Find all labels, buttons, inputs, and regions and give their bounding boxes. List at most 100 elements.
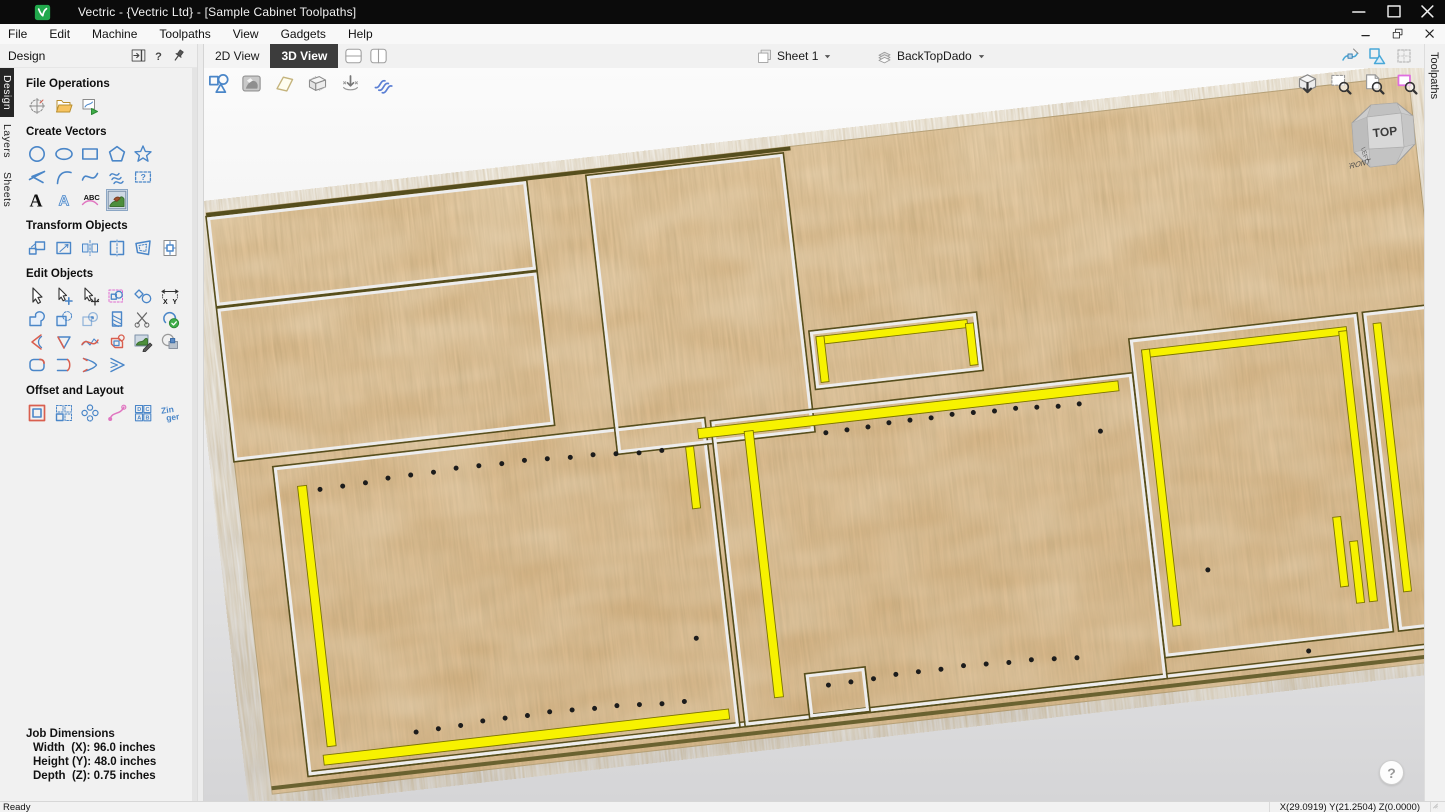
resize-grip-icon[interactable] xyxy=(1430,802,1442,812)
draw-rectangle-icon[interactable] xyxy=(79,143,101,165)
mdi-restore-button[interactable] xyxy=(1389,26,1407,42)
draw-ellipse-icon[interactable] xyxy=(53,143,75,165)
viewport-3d[interactable]: TOP FRONT LEFT ? xyxy=(204,68,1424,801)
snap-to-grid-icon[interactable] xyxy=(1394,46,1414,66)
job-depth: Depth (Z): 0.75 inches xyxy=(33,769,156,783)
trim-vectors-icon[interactable] xyxy=(132,308,154,330)
view-cube-top-label[interactable]: TOP xyxy=(1372,124,1398,140)
menu-help[interactable]: Help xyxy=(337,24,384,44)
split-vertical-button[interactable] xyxy=(369,47,388,65)
side-tab-layers[interactable]: Layers xyxy=(0,117,14,165)
minimize-button[interactable] xyxy=(1343,0,1377,24)
weld-vectors-icon[interactable] xyxy=(26,308,48,330)
offset-selected-icon[interactable] xyxy=(106,331,128,353)
node-edit-icon[interactable] xyxy=(53,285,75,307)
menu-view[interactable]: View xyxy=(222,24,270,44)
help-button[interactable]: ? xyxy=(1379,760,1404,785)
set-size-icon[interactable] xyxy=(53,237,75,259)
edit-objects-icon[interactable] xyxy=(106,285,128,307)
toolpath-drawing-icon[interactable] xyxy=(372,72,395,95)
select-objects-icon[interactable] xyxy=(26,285,48,307)
draw-text-icon[interactable]: A xyxy=(26,189,48,211)
maximize-button[interactable] xyxy=(1377,0,1411,24)
move-objects-icon[interactable] xyxy=(26,237,48,259)
panel-pin-icon[interactable] xyxy=(170,47,187,64)
align-objects-icon[interactable] xyxy=(159,237,181,259)
close-button[interactable] xyxy=(1411,0,1445,24)
draw-polyline-icon[interactable] xyxy=(26,166,48,188)
intersect-vectors-icon[interactable] xyxy=(79,308,101,330)
flat-plane-icon[interactable] xyxy=(273,72,296,95)
window-title: Vectric - {Vectric Ltd} - [Sample Cabine… xyxy=(78,5,356,19)
shaded-relief-icon[interactable] xyxy=(240,72,263,95)
join-close-vectors-icon[interactable] xyxy=(159,308,181,330)
draw-text-box-icon[interactable]: A xyxy=(53,189,75,211)
stretch-vectors-icon[interactable] xyxy=(79,354,101,376)
draw-star-icon[interactable] xyxy=(132,143,154,165)
draw-polygon-icon[interactable] xyxy=(106,143,128,165)
circular-copy-icon[interactable] xyxy=(79,402,101,424)
draw-arc-icon[interactable] xyxy=(53,166,75,188)
round-corners-icon[interactable] xyxy=(26,354,48,376)
nest-parts-icon[interactable]: DCAB xyxy=(132,402,154,424)
measure-objects-icon[interactable] xyxy=(132,285,154,307)
menu-gadgets[interactable]: Gadgets xyxy=(270,24,337,44)
panel-shift-icon[interactable] xyxy=(130,47,147,64)
draw-text-on-curve-icon[interactable]: ABC xyxy=(79,189,101,211)
dimension-xy-icon[interactable]: XY xyxy=(159,285,181,307)
view-down-z-icon[interactable] xyxy=(1296,72,1319,95)
open-file-icon[interactable] xyxy=(53,95,75,117)
hatch-fill-icon[interactable] xyxy=(106,308,128,330)
material-block-icon[interactable] xyxy=(306,72,329,95)
tab-2d-view[interactable]: 2D View xyxy=(204,44,270,68)
crop-bitmap-icon[interactable] xyxy=(159,331,181,353)
offset-tool-icon[interactable] xyxy=(26,402,48,424)
draw-curve-icon[interactable] xyxy=(79,166,101,188)
extend-vectors-icon[interactable] xyxy=(53,354,75,376)
menu-file[interactable]: File xyxy=(0,24,38,44)
copy-along-vectors-icon[interactable] xyxy=(106,402,128,424)
menu-machine[interactable]: Machine xyxy=(81,24,148,44)
drilling-preview-icon[interactable] xyxy=(339,72,362,95)
fit-curves-icon[interactable] xyxy=(79,331,101,353)
split-horizontal-button[interactable] xyxy=(344,47,363,65)
panel-help-icon[interactable]: ? xyxy=(150,47,167,64)
mirror-objects-icon[interactable] xyxy=(79,237,101,259)
mdi-minimize-button[interactable] xyxy=(1357,26,1375,42)
toolpath-selector[interactable]: BackTopDado xyxy=(876,44,986,68)
draw-circle-icon[interactable] xyxy=(26,143,48,165)
zoom-to-selection-icon[interactable] xyxy=(1329,72,1352,95)
import-vectors-icon[interactable] xyxy=(79,95,101,117)
edit-picture-icon[interactable] xyxy=(132,331,154,353)
side-tab-design[interactable]: Design xyxy=(0,68,14,117)
mdi-close-button[interactable] xyxy=(1421,26,1439,42)
fillet-corners-icon[interactable] xyxy=(26,331,48,353)
chevron-vectors-icon[interactable] xyxy=(106,354,128,376)
toolpaths-tab[interactable]: Toolpaths xyxy=(1428,52,1440,99)
zinger-gadget-icon[interactable]: Zinger xyxy=(159,402,181,424)
side-tab-sheets[interactable]: Sheets xyxy=(0,165,14,214)
view-cube[interactable]: TOP FRONT LEFT xyxy=(1349,101,1419,171)
menu-toolpaths[interactable]: Toolpaths xyxy=(148,24,221,44)
trace-bitmap-icon[interactable]: ? xyxy=(132,166,154,188)
snap-to-geometry-icon[interactable] xyxy=(1367,46,1387,66)
draw-objects-2d-icon[interactable] xyxy=(207,72,230,95)
rotate-objects-icon[interactable] xyxy=(106,237,128,259)
subtract-vectors-icon[interactable] xyxy=(53,308,75,330)
draw-texture-icon[interactable] xyxy=(106,166,128,188)
move-selection-icon[interactable] xyxy=(79,285,101,307)
zoom-to-drawing-icon[interactable] xyxy=(1362,72,1385,95)
tab-3d-view[interactable]: 3D View xyxy=(270,44,338,68)
insert-picture-icon[interactable] xyxy=(106,189,128,211)
job-setup-icon[interactable] xyxy=(26,95,48,117)
3d-scene[interactable] xyxy=(204,68,1424,801)
panel-scrollbar[interactable] xyxy=(192,68,197,801)
zoom-box-icon[interactable] xyxy=(1395,72,1418,95)
menu-edit[interactable]: Edit xyxy=(38,24,81,44)
array-copy-icon[interactable] xyxy=(53,402,75,424)
snap-to-curve-icon[interactable] xyxy=(1340,46,1360,66)
panel-splitter[interactable] xyxy=(197,44,204,801)
distort-object-icon[interactable] xyxy=(132,237,154,259)
chamfer-corners-icon[interactable] xyxy=(53,331,75,353)
sheet-selector[interactable]: Sheet 1 xyxy=(756,44,832,68)
